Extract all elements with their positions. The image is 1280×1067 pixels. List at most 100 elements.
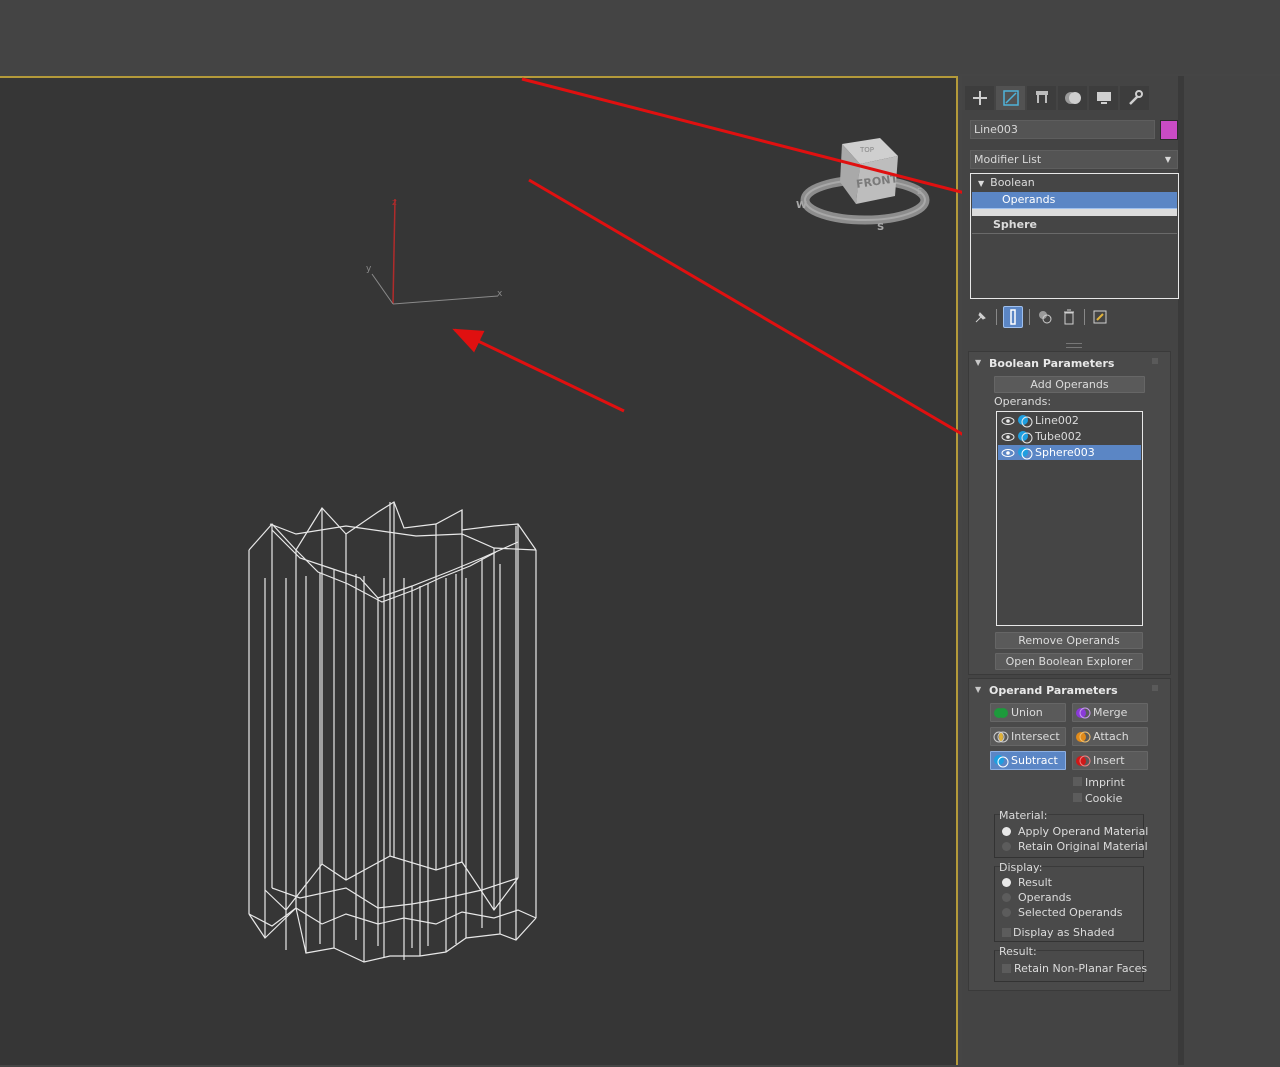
- motion-icon: [1064, 92, 1081, 104]
- result-label: Result:: [999, 945, 1037, 958]
- merge-button[interactable]: Merge: [1072, 703, 1148, 722]
- object-name-field[interactable]: Line003: [970, 120, 1155, 139]
- configure-sets-icon: [1093, 310, 1107, 324]
- compass-s-label: S: [877, 222, 884, 233]
- rollout-menu-icon[interactable]: [1152, 685, 1158, 691]
- cookie-label: Cookie: [1085, 792, 1123, 805]
- cookie-checkbox[interactable]: [1073, 793, 1082, 802]
- object-color-swatch[interactable]: [1160, 120, 1178, 140]
- modify-icon: [1002, 90, 1019, 106]
- list-item[interactable]: Sphere003: [998, 445, 1141, 460]
- retain-non-planar-label: Retain Non-Planar Faces: [1014, 962, 1148, 975]
- subtract-button[interactable]: Subtract: [990, 751, 1066, 770]
- union-button[interactable]: Union: [990, 703, 1066, 722]
- intersect-button[interactable]: Intersect: [990, 727, 1066, 746]
- hierarchy-icon: [1035, 91, 1048, 103]
- retain-original-material-label: Retain Original Material: [1018, 840, 1148, 853]
- material-label: Material:: [999, 809, 1048, 822]
- configure-modifier-sets-button[interactable]: [1091, 307, 1109, 327]
- make-unique-button[interactable]: [1036, 307, 1054, 327]
- create-plus-icon: [972, 91, 987, 105]
- axis-x-label: x: [497, 289, 503, 299]
- display-operands-radio[interactable]: [1002, 893, 1011, 902]
- imprint-checkbox[interactable]: [1073, 777, 1082, 786]
- modifier-list-dropdown[interactable]: Modifier List ▼: [970, 150, 1178, 169]
- show-end-result-button[interactable]: [1003, 306, 1023, 328]
- show-end-result-icon: [1010, 309, 1016, 325]
- display-result-radio[interactable]: [1002, 878, 1011, 887]
- trash-icon: [1064, 309, 1074, 325]
- pin-stack-button[interactable]: [972, 307, 990, 327]
- display-selected-operands-radio[interactable]: [1002, 908, 1011, 917]
- remove-operands-button[interactable]: Remove Operands: [995, 632, 1143, 649]
- toolbar-separator: [996, 309, 997, 325]
- rollout-menu-icon[interactable]: [1152, 358, 1158, 364]
- apply-operand-material-label: Apply Operand Material: [1018, 825, 1149, 838]
- rollout-collapse-icon[interactable]: ▼: [975, 358, 981, 367]
- display-as-shaded-label: Display as Shaded: [1013, 926, 1115, 939]
- expand-triangle-icon: ▼: [978, 179, 985, 188]
- perspective-viewport[interactable]: z x y TOP FRONT W S E: [0, 76, 999, 1065]
- display-result-label: Result: [1018, 876, 1052, 889]
- insert-button[interactable]: Insert: [1072, 751, 1148, 770]
- stack-item-sphere[interactable]: Sphere: [972, 217, 1177, 234]
- rollout-collapse-icon[interactable]: ▼: [975, 685, 981, 694]
- open-boolean-explorer-button[interactable]: Open Boolean Explorer: [995, 653, 1143, 670]
- attach-button[interactable]: Attach: [1072, 727, 1148, 746]
- operand-list[interactable]: Line002 Tube002 Sphere003: [996, 411, 1143, 626]
- retain-non-planar-checkbox[interactable]: [1002, 964, 1011, 973]
- axis-y-label: y: [366, 264, 372, 274]
- subtract-icon: [994, 754, 1009, 767]
- toolbar-separator: [1084, 309, 1085, 325]
- tab-hierarchy[interactable]: [1027, 86, 1056, 110]
- eye-icon: [1001, 416, 1015, 425]
- tab-utilities[interactable]: [1120, 86, 1149, 110]
- eye-icon: [1001, 448, 1015, 457]
- remove-modifier-button[interactable]: [1060, 307, 1078, 327]
- subtract-operand-icon: [1018, 430, 1033, 443]
- chevron-down-icon: ▼: [1164, 155, 1171, 164]
- merge-icon: [1076, 707, 1091, 718]
- top-toolbar-area: [0, 0, 1280, 74]
- pin-icon: [975, 312, 986, 323]
- modifier-stack: ▼ Boolean Operands Sphere: [970, 173, 1179, 299]
- retain-original-material-radio[interactable]: [1002, 842, 1011, 851]
- viewcube-top-label: TOP: [859, 146, 874, 154]
- stack-item-operands[interactable]: Operands: [972, 192, 1177, 209]
- subtract-operand-icon: [1018, 414, 1033, 427]
- tab-motion[interactable]: [1058, 86, 1087, 110]
- stack-separator: [972, 209, 1177, 216]
- imprint-label: Imprint: [1085, 776, 1125, 789]
- stack-toolbar: [972, 306, 1109, 328]
- tab-create[interactable]: [965, 86, 994, 110]
- intersect-icon: [993, 731, 1009, 742]
- subtract-operand-icon: [1018, 446, 1033, 459]
- display-operands-label: Operands: [1018, 891, 1072, 904]
- wireframe-object[interactable]: [248, 501, 537, 963]
- add-operands-button[interactable]: Add Operands: [994, 376, 1145, 393]
- compass-e-label: E: [917, 187, 922, 196]
- make-unique-icon: [1039, 311, 1052, 324]
- display-label: Display:: [999, 861, 1043, 874]
- rollout-title[interactable]: Operand Parameters: [989, 684, 1118, 697]
- union-icon: [994, 707, 1008, 718]
- toolbar-separator: [1029, 309, 1030, 325]
- stack-item-boolean[interactable]: ▼ Boolean: [972, 175, 1177, 191]
- display-as-shaded-checkbox[interactable]: [1002, 928, 1011, 937]
- axis-z-label: z: [392, 198, 397, 208]
- viewcube[interactable]: TOP FRONT W S E: [796, 138, 930, 233]
- tab-modify[interactable]: [996, 86, 1025, 110]
- modifier-list-label: Modifier List: [974, 153, 1042, 166]
- axis-tripod: z x y: [366, 198, 503, 305]
- insert-icon: [1076, 755, 1091, 766]
- utilities-wrench-icon: [1128, 90, 1143, 105]
- compass-w-label: W: [796, 200, 807, 211]
- list-item[interactable]: Line002: [998, 413, 1141, 428]
- display-icon: [1096, 92, 1111, 104]
- operands-label: Operands:: [994, 395, 1052, 408]
- apply-operand-material-radio[interactable]: [1002, 827, 1011, 836]
- rollout-title[interactable]: Boolean Parameters: [989, 357, 1114, 370]
- panel-drag-handle[interactable]: [1066, 343, 1082, 348]
- list-item[interactable]: Tube002: [998, 429, 1141, 444]
- tab-display[interactable]: [1089, 86, 1118, 110]
